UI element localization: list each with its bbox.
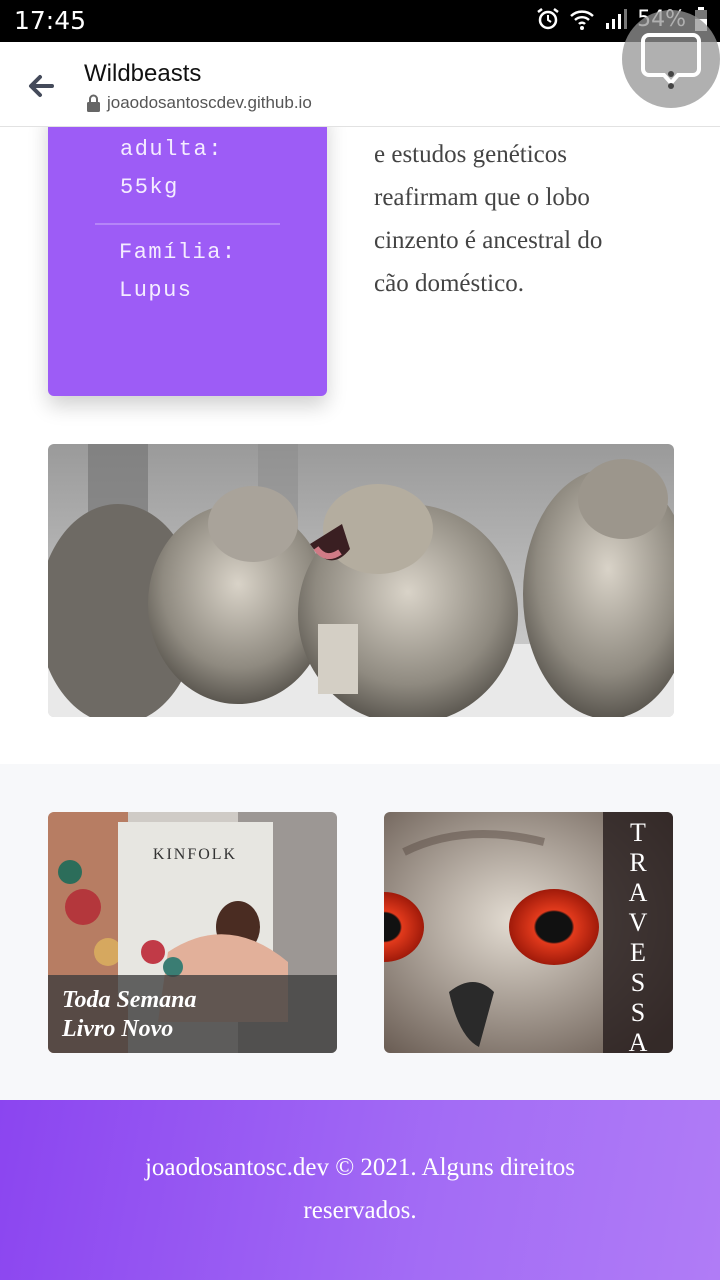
article-line: cinzento é ancestral do (374, 227, 603, 254)
owl-letter: R (629, 848, 647, 877)
owl-letter: A (628, 878, 648, 907)
fact-weight-value: 55kg (120, 175, 179, 200)
page-content: adulta: 55kg Família: Lupus e estudos ge… (0, 127, 720, 1100)
alarm-icon (537, 8, 559, 30)
fact-divider (95, 223, 280, 225)
footer-copyright: joaodosantosc.dev © 2021. Alguns direito… (144, 1154, 576, 1224)
book-promo-card[interactable]: KINFOLK Toda Semana Livro Novo (48, 812, 337, 1053)
promo-section: KINFOLK Toda Semana Livro Novo T R A V E… (0, 764, 720, 1100)
url-display[interactable]: joaodosantoscdev.github.io (86, 93, 312, 113)
caption-line: Toda Semana (62, 987, 197, 1013)
fact-family: Família: Lupus (119, 234, 309, 310)
fact-weight: adulta: 55kg (120, 131, 310, 207)
book-promo-caption: Toda Semana Livro Novo (48, 975, 337, 1053)
owl-letter: A (628, 1028, 648, 1053)
fact-family-value: Lupus (119, 278, 193, 303)
url-text: joaodosantoscdev.github.io (107, 93, 312, 112)
wolves-photo (48, 444, 674, 717)
owl-vertical-label: T R A V E S S A (603, 812, 673, 1053)
status-time: 17:45 (14, 6, 87, 35)
caption-line: Livro Novo (62, 1016, 174, 1042)
fact-weight-label: adulta: (120, 137, 223, 162)
owl-promo-card[interactable]: T R A V E S S A (384, 812, 673, 1053)
footer: joaodosantosc.dev © 2021. Alguns direito… (0, 1100, 720, 1280)
fact-card: adulta: 55kg Família: Lupus (48, 127, 327, 396)
book-title: KINFOLK (153, 846, 237, 863)
article-line: reafirmam que o lobo (374, 184, 590, 211)
lock-icon (87, 94, 100, 112)
back-arrow-icon[interactable] (22, 66, 62, 106)
page-title: Wildbeasts (84, 60, 202, 87)
article-paragraph: e estudos genéticos reafirmam que o lobo… (374, 133, 674, 305)
article-line: cão doméstico. (374, 270, 524, 297)
wifi-icon (570, 10, 594, 30)
owl-letter: S (630, 968, 646, 997)
assistant-bubble-icon[interactable] (622, 10, 720, 108)
assistant-bubble-glyph (641, 33, 701, 89)
browser-toolbar: Wildbeasts joaodosantoscdev.github.io (0, 42, 720, 127)
owl-letter: S (630, 998, 646, 1027)
owl-letter: T (630, 818, 646, 847)
owl-letter: E (630, 938, 646, 967)
fact-family-label: Família: (119, 240, 237, 265)
owl-letter: V (628, 908, 648, 937)
status-bar: 17:45 54% (0, 0, 720, 42)
article-line: e estudos genéticos (374, 141, 568, 168)
